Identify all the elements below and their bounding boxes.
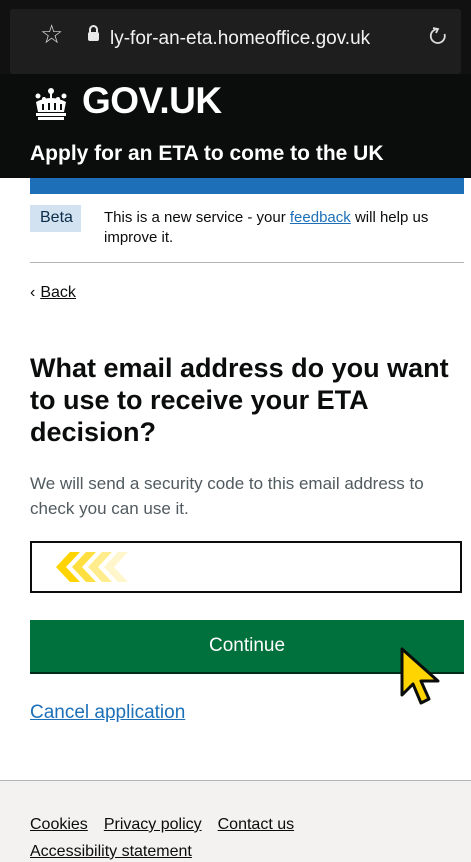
email-input[interactable]	[30, 541, 462, 593]
service-name[interactable]: Apply for an ETA to come to the UK	[30, 142, 384, 166]
feedback-link[interactable]: feedback	[290, 209, 351, 226]
email-hint: We will send a security code to this ema…	[30, 474, 424, 518]
cancel-application-link[interactable]: Cancel application	[30, 702, 185, 724]
phase-banner-text: This is a new service - your feedback wi…	[104, 208, 464, 248]
header-blue-bar	[30, 178, 464, 194]
page-title: What email address do you want to use to…	[30, 353, 449, 447]
footer-link-contact[interactable]: Contact us	[218, 816, 294, 833]
footer-link-privacy[interactable]: Privacy policy	[104, 816, 202, 833]
reload-icon[interactable]	[428, 26, 448, 46]
beta-tag: Beta	[30, 205, 81, 232]
chevron-left-icon: ‹	[30, 284, 36, 301]
crown-icon	[35, 88, 67, 120]
govuk-logo-text[interactable]: GOV.UK	[82, 80, 222, 122]
footer-link-cookies[interactable]: Cookies	[30, 816, 88, 833]
footer-link-accessibility[interactable]: Accessibility statement	[30, 843, 192, 861]
url-text[interactable]: ly-for-an-eta.homeoffice.gov.uk	[110, 28, 370, 50]
back-link[interactable]: ‹ Back	[30, 284, 76, 302]
phase-divider	[30, 262, 464, 263]
continue-button[interactable]: Continue	[30, 620, 464, 672]
phase-text-before: This is a new service - your	[104, 209, 290, 226]
back-label: Back	[40, 284, 76, 301]
bookmark-star-icon[interactable]: ☆	[40, 22, 63, 48]
lock-icon	[88, 25, 99, 41]
footer-links: Cookies Privacy policy Contact us	[30, 816, 310, 834]
